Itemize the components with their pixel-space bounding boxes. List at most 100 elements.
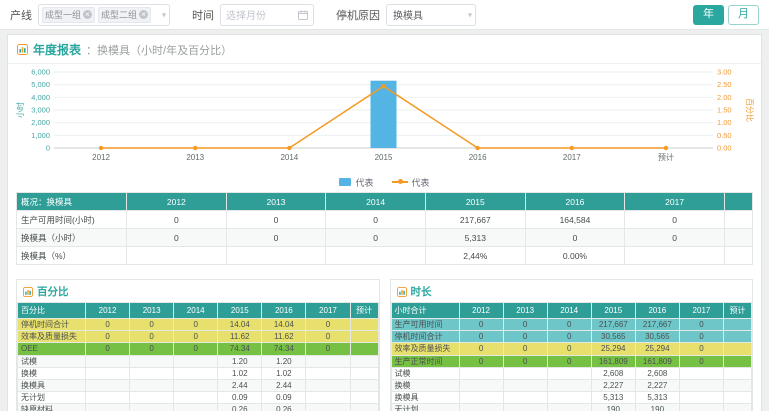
cell-value: 1.02 <box>218 367 262 379</box>
line-marker-icon <box>398 179 403 184</box>
legend-item[interactable]: 代表 <box>339 176 373 189</box>
summary-table: 概况：换模具201220132014201520162017生产可用时间(小时)… <box>16 192 753 265</box>
line-tag-label: 成型一组 <box>45 8 81 21</box>
year-column-header: 2016 <box>525 193 625 211</box>
percent-panel-title: 百分比 <box>37 284 69 299</box>
year-column-header: 2016 <box>262 303 306 319</box>
svg-text:2014: 2014 <box>280 153 298 162</box>
year-column-header: 2012 <box>459 303 503 319</box>
cell-value <box>679 404 723 411</box>
table-row: OEE00074.3474.340 <box>18 343 379 355</box>
table-row: 无计划190190 <box>391 404 752 411</box>
cell-value: 0 <box>306 331 350 343</box>
cell-value <box>679 392 723 404</box>
line-series-swatch-icon <box>392 181 408 183</box>
cell-value: 1.20 <box>218 355 262 367</box>
row-label: 生产可用时间(小时) <box>17 211 127 229</box>
svg-text:2.00: 2.00 <box>717 93 732 102</box>
cell-value <box>306 404 350 411</box>
table-row: 换模具5,3135,313 <box>391 392 752 404</box>
cell-value <box>350 379 378 391</box>
cell-value: 5,313 <box>425 229 525 247</box>
year-column-header: 预计 <box>350 303 378 319</box>
cell-value <box>725 211 753 229</box>
cell-value: 2,227 <box>635 379 679 391</box>
cell-value: 0 <box>525 229 625 247</box>
report-icon <box>397 287 407 297</box>
annual-combo-chart: 6,0003.005,0002.504,0002.003,0001.502,00… <box>14 66 755 170</box>
year-column-header: 2012 <box>86 303 130 319</box>
table-row: 换模具（%）2,44%0.00% <box>17 247 753 265</box>
cell-value: 74.34 <box>218 343 262 355</box>
svg-text:1.50: 1.50 <box>717 106 732 115</box>
cell-value: 0 <box>174 343 218 355</box>
cell-value: 1.20 <box>262 355 306 367</box>
month-picker-placeholder: 选择月份 <box>226 7 266 22</box>
row-label: 停机时间合计 <box>391 331 459 343</box>
cell-value <box>724 331 752 343</box>
cell-value: 161,809 <box>635 355 679 367</box>
year-column-header: 2015 <box>591 303 635 319</box>
table-row: 缺原材料0.260.26 <box>18 404 379 411</box>
cell-value: 0 <box>326 229 426 247</box>
cell-value: 1.02 <box>262 367 306 379</box>
line-multiselect[interactable]: 成型一组 × 成型二组 × ▾ <box>38 4 170 26</box>
cell-value <box>679 367 723 379</box>
row-label: OEE <box>18 343 86 355</box>
cell-value: 0 <box>130 343 174 355</box>
cell-value: 5,313 <box>635 392 679 404</box>
remove-tag-icon[interactable]: × <box>83 10 92 19</box>
row-label: 试模 <box>391 367 459 379</box>
year-column-header: 2013 <box>226 193 326 211</box>
table-row: 换模具（小时）0005,31300 <box>17 229 753 247</box>
cell-value <box>724 367 752 379</box>
row-label: 效率及质量损失 <box>18 331 86 343</box>
year-button[interactable]: 年 <box>693 5 724 25</box>
svg-text:0.00: 0.00 <box>717 144 732 153</box>
line-tag[interactable]: 成型二组 × <box>98 7 151 23</box>
cell-value <box>350 343 378 355</box>
reason-select[interactable]: 换模具 ▾ <box>386 4 476 26</box>
line-filter-label: 产线 <box>10 7 32 23</box>
cell-value: 0 <box>326 211 426 229</box>
cell-value <box>326 247 426 265</box>
line-tag[interactable]: 成型一组 × <box>42 7 95 23</box>
cell-value <box>503 404 547 411</box>
remove-tag-icon[interactable]: × <box>139 10 148 19</box>
hours-panel: 时长 小时合计201220132014201520162017预计生产可用时间0… <box>390 279 754 411</box>
svg-text:2016: 2016 <box>469 153 487 162</box>
cell-value: 0 <box>547 343 591 355</box>
cell-value: 0 <box>679 319 723 331</box>
month-button[interactable]: 月 <box>728 5 759 25</box>
cell-value <box>724 379 752 391</box>
table-header-row: 概况：换模具201220132014201520162017 <box>17 193 753 211</box>
cell-value: 30,565 <box>635 331 679 343</box>
cell-value <box>625 247 725 265</box>
legend-item[interactable]: 代表 <box>392 176 430 189</box>
cell-value: 14.04 <box>262 319 306 331</box>
chart-legend: 代表 代表 <box>14 175 755 189</box>
year-column-header: 2014 <box>326 193 426 211</box>
cell-value: 217,667 <box>635 319 679 331</box>
table-row: 试模2,6082,608 <box>391 367 752 379</box>
cell-value: 11.62 <box>218 331 262 343</box>
cell-value <box>130 355 174 367</box>
report-panel: 年度报表 ：换模具（小时/年及百分比） 6,0003.005,0002.504,… <box>7 34 762 411</box>
cell-value <box>503 367 547 379</box>
cell-value <box>130 367 174 379</box>
cell-value: 0 <box>625 229 725 247</box>
cell-value: 190 <box>635 404 679 411</box>
cell-value: 217,667 <box>591 319 635 331</box>
row-label: 生产正常时间 <box>391 355 459 367</box>
svg-text:2.50: 2.50 <box>717 80 732 89</box>
svg-text:3.00: 3.00 <box>717 68 732 77</box>
svg-text:5,000: 5,000 <box>31 80 50 89</box>
month-picker-input[interactable]: 选择月份 <box>220 4 314 26</box>
cell-value <box>503 392 547 404</box>
row-label: 生产可用时间 <box>391 319 459 331</box>
table-header-row: 百分比201220132014201520162017预计 <box>18 303 379 319</box>
year-column-header: 2012 <box>127 193 227 211</box>
cell-value <box>86 404 130 411</box>
cell-value: 0 <box>547 355 591 367</box>
cell-value <box>174 367 218 379</box>
